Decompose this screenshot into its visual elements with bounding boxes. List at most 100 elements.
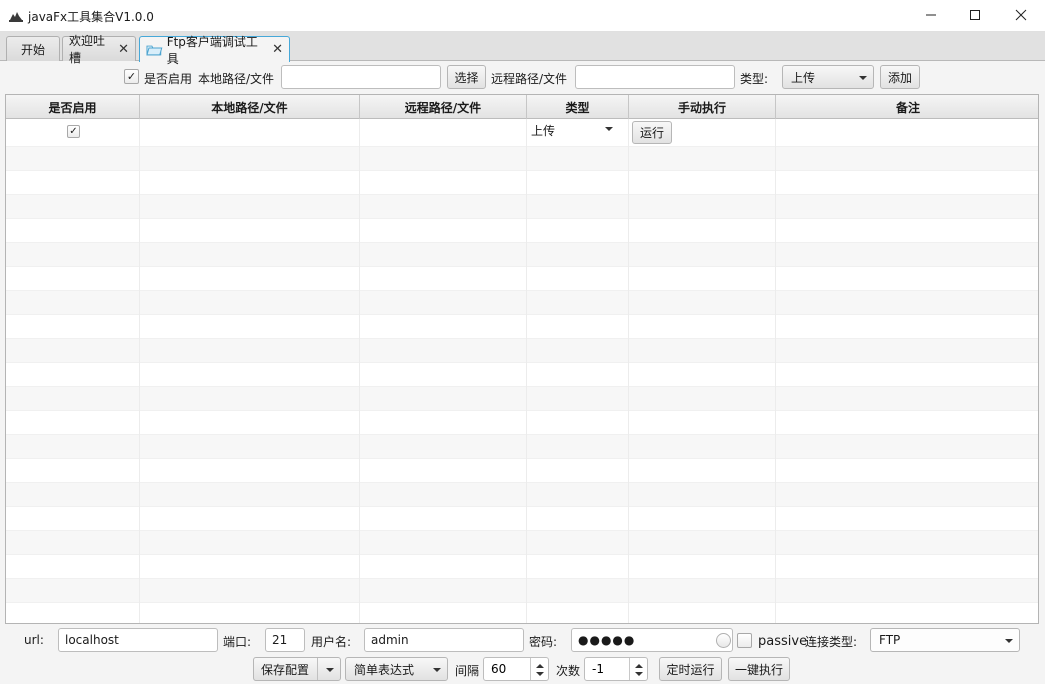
username-label: 用户名:	[311, 635, 352, 649]
connection-panel: url: 端口: 用户名: 密码: passive 连接类型: FTP 保存配置…	[0, 624, 1045, 684]
type-select-value: 上传	[791, 70, 816, 85]
close-window-button[interactable]	[998, 0, 1044, 30]
port-label: 端口:	[223, 635, 252, 649]
remote-path-label: 远程路径/文件	[491, 72, 568, 86]
local-path-label: 本地路径/文件	[198, 72, 275, 86]
count-label: 次数	[556, 664, 581, 678]
increment-icon[interactable]	[536, 664, 544, 668]
table-row-empty	[6, 171, 1038, 195]
count-stepper[interactable]	[629, 658, 647, 680]
folder-icon	[146, 45, 163, 55]
tab-feedback[interactable]: 欢迎吐槽 ✕	[62, 34, 136, 65]
local-path-input[interactable]	[281, 65, 441, 89]
interval-spinner[interactable]	[483, 657, 549, 681]
port-input[interactable]	[265, 628, 305, 652]
check-icon: ✓	[126, 70, 137, 83]
table-row-empty	[6, 243, 1038, 267]
table-row[interactable]: ✓ 上传 运行	[6, 119, 1038, 147]
column-header-remote-path[interactable]: 远程路径/文件	[360, 95, 527, 119]
table-row-empty	[6, 531, 1038, 555]
url-input[interactable]	[58, 628, 218, 652]
tab-ftp-client[interactable]: Ftp客户端调试工具 ✕	[139, 35, 290, 66]
run-all-button[interactable]: 一键执行	[728, 657, 790, 681]
table-row-empty	[6, 387, 1038, 411]
table-row-empty	[6, 483, 1038, 507]
column-header-type[interactable]: 类型	[527, 95, 629, 119]
check-icon: ✓	[69, 125, 78, 137]
passive-label: passive	[758, 634, 808, 649]
save-config-label: 保存配置	[261, 662, 310, 677]
chevron-down-icon[interactable]	[326, 668, 334, 672]
chevron-down-icon	[605, 127, 613, 131]
table-row-empty	[6, 147, 1038, 171]
interval-stepper[interactable]	[530, 658, 548, 680]
table-row-empty	[6, 339, 1038, 363]
row-enabled-checkbox[interactable]: ✓	[67, 125, 80, 138]
table-row-empty	[6, 315, 1038, 339]
close-icon	[1015, 9, 1027, 21]
table-header: 是否启用 本地路径/文件 远程路径/文件 类型 手动执行 备注	[6, 95, 1038, 119]
expression-select[interactable]: 简单表达式	[345, 657, 448, 681]
column-header-note[interactable]: 备注	[776, 95, 1038, 119]
table-row-empty	[6, 459, 1038, 483]
maximize-button[interactable]	[952, 0, 998, 30]
passive-checkbox[interactable]	[737, 633, 752, 648]
connection-type-value: FTP	[879, 633, 901, 647]
table-row-empty	[6, 363, 1038, 387]
password-input[interactable]	[571, 628, 733, 652]
column-divider	[628, 119, 629, 623]
chevron-down-icon	[1005, 639, 1013, 643]
column-divider	[526, 119, 527, 623]
table-row-empty	[6, 411, 1038, 435]
window-title: javaFx工具集合V1.0.0	[28, 10, 154, 24]
username-input[interactable]	[364, 628, 524, 652]
table-row-empty	[6, 291, 1038, 315]
minimize-icon	[926, 14, 936, 16]
count-input[interactable]	[585, 658, 629, 680]
timed-run-button[interactable]: 定时运行	[659, 657, 722, 681]
password-label: 密码:	[529, 635, 558, 649]
table-row-empty	[6, 195, 1038, 219]
password-toggle-radio[interactable]	[716, 633, 731, 648]
chevron-down-icon	[433, 668, 441, 672]
chevron-down-icon	[859, 76, 867, 80]
table-row-empty	[6, 435, 1038, 459]
count-spinner[interactable]	[584, 657, 648, 681]
connection-type-label: 连接类型:	[805, 635, 858, 649]
tab-start[interactable]: 开始	[6, 36, 60, 61]
increment-icon[interactable]	[635, 664, 643, 668]
decrement-icon[interactable]	[536, 672, 544, 676]
choose-file-button[interactable]: 选择	[447, 65, 486, 89]
add-task-toolbar: ✓ 是否启用 本地路径/文件 选择 远程路径/文件 类型: 上传 添加	[0, 62, 1045, 92]
url-label: url:	[24, 633, 44, 647]
task-table: 是否启用 本地路径/文件 远程路径/文件 类型 手动执行 备注 ✓ 上传 运行	[5, 94, 1039, 624]
remote-path-input[interactable]	[575, 65, 735, 89]
minimize-button[interactable]	[908, 0, 954, 30]
column-header-enabled[interactable]: 是否启用	[6, 95, 140, 119]
connection-type-select[interactable]: FTP	[870, 628, 1020, 652]
interval-input[interactable]	[484, 658, 530, 680]
tab-label: 开始	[20, 42, 45, 57]
type-select[interactable]: 上传	[782, 65, 874, 89]
tab-close-icon[interactable]: ✕	[272, 42, 283, 57]
column-divider	[359, 119, 360, 623]
title-bar: javaFx工具集合V1.0.0	[0, 0, 1045, 32]
decrement-icon[interactable]	[635, 672, 643, 676]
maximize-icon	[970, 10, 980, 20]
row-type-value[interactable]: 上传	[531, 122, 555, 139]
column-header-local-path[interactable]: 本地路径/文件	[140, 95, 360, 119]
split-divider	[317, 658, 318, 680]
column-header-manual-run[interactable]: 手动执行	[629, 95, 776, 119]
save-config-split-button[interactable]: 保存配置	[253, 657, 341, 681]
table-row-empty	[6, 267, 1038, 291]
interval-label: 间隔	[455, 664, 480, 678]
column-divider	[775, 119, 776, 623]
enabled-checkbox[interactable]: ✓	[124, 69, 139, 84]
row-run-button[interactable]: 运行	[632, 121, 672, 144]
app-logo-icon	[9, 12, 23, 22]
add-button[interactable]: 添加	[880, 65, 920, 89]
table-row-empty	[6, 219, 1038, 243]
column-divider	[139, 119, 140, 623]
tab-close-icon[interactable]: ✕	[118, 42, 129, 57]
tab-bar: 开始 欢迎吐槽 ✕ Ftp客户端调试工具 ✕	[0, 32, 1045, 66]
